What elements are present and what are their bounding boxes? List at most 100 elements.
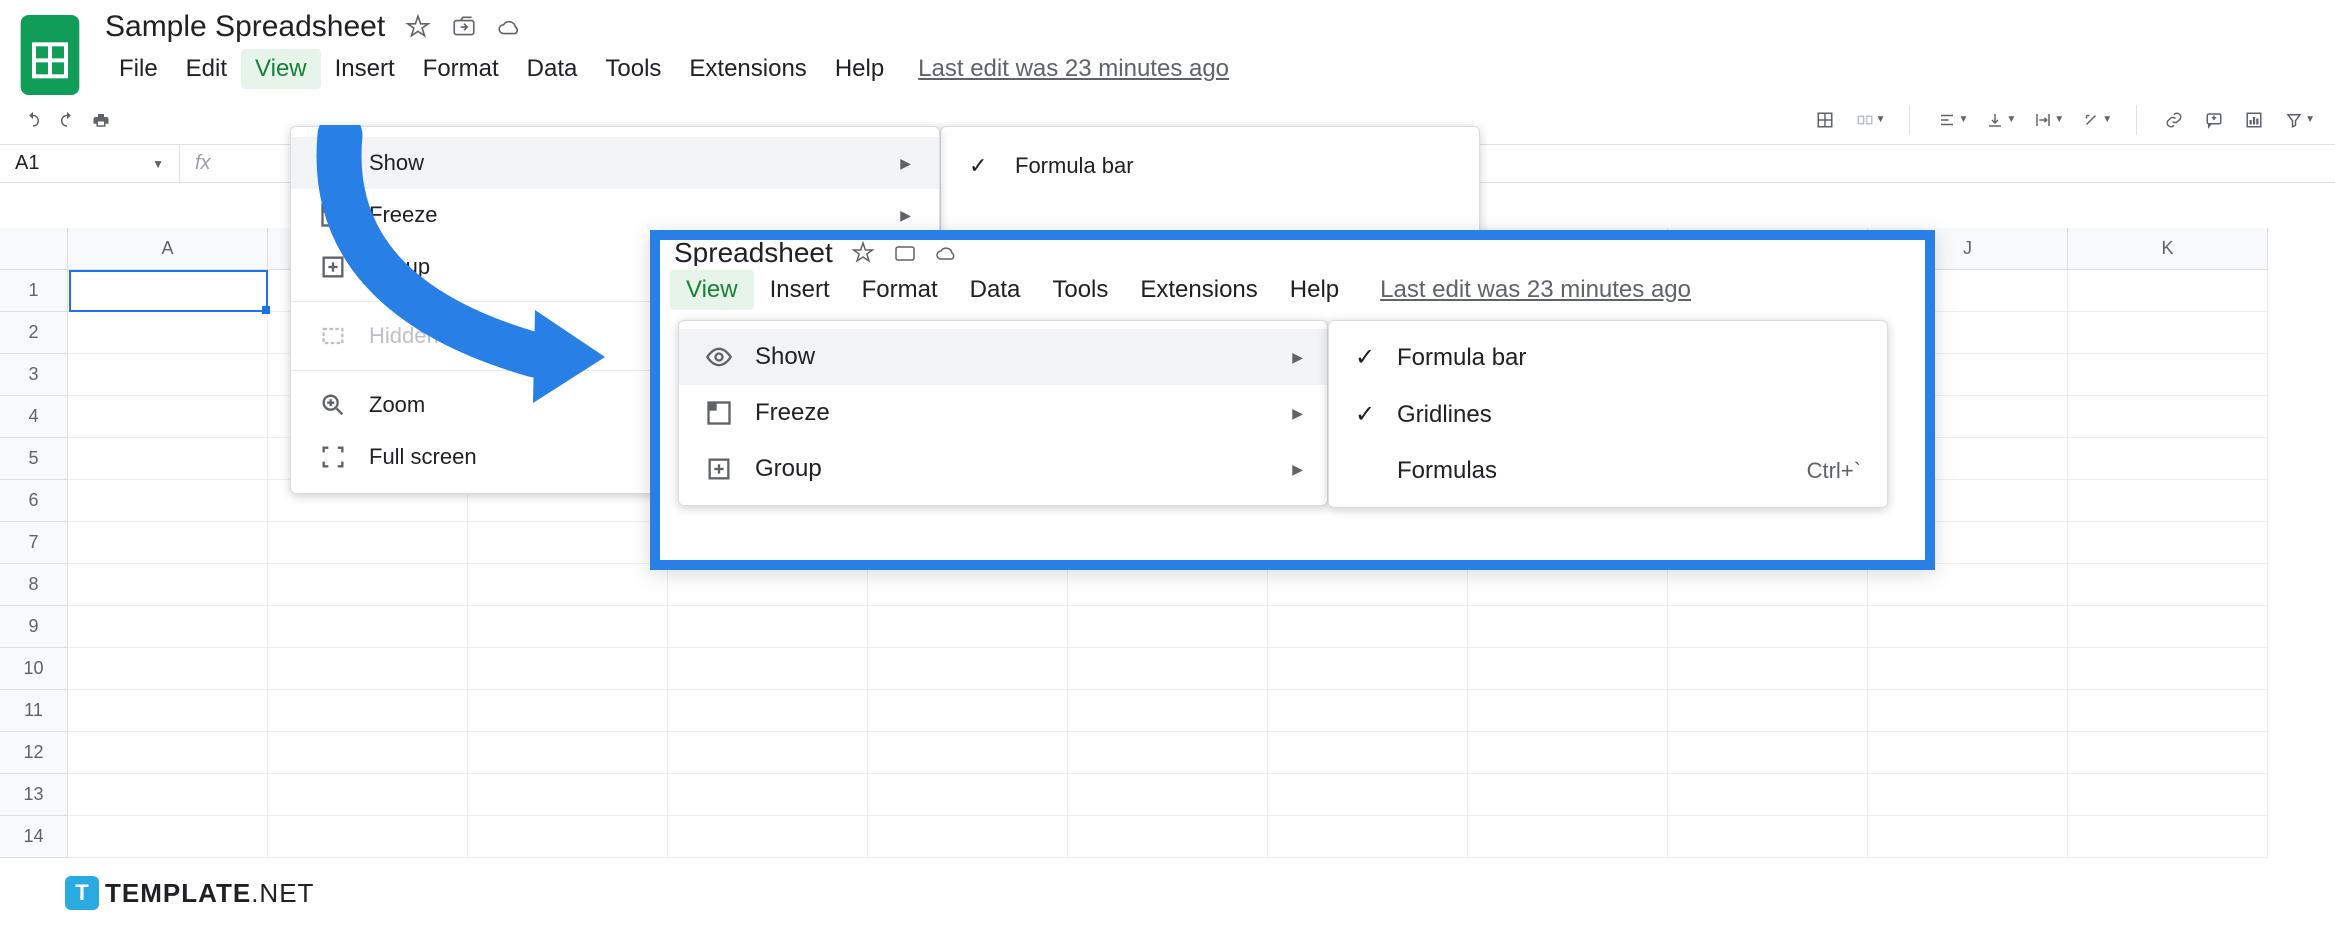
col-header[interactable]: K [2068,228,2268,270]
row-header[interactable]: 13 [0,774,68,816]
merge-icon[interactable] [1852,107,1878,133]
cell[interactable] [468,732,668,774]
callout-menu-data[interactable]: Data [954,270,1037,310]
cell[interactable] [68,816,268,858]
cell[interactable] [1668,648,1868,690]
cell[interactable] [468,774,668,816]
star-icon[interactable] [851,241,875,265]
submenu-item-formula-bar[interactable]: ✓ Formula bar [941,141,1479,191]
cell[interactable] [2068,438,2268,480]
print-icon[interactable] [88,107,114,133]
row-header[interactable]: 2 [0,312,68,354]
cell[interactable] [1468,774,1668,816]
cell[interactable] [268,774,468,816]
cell[interactable] [268,816,468,858]
cell[interactable] [268,564,468,606]
star-icon[interactable] [405,14,431,40]
callout-menu-extensions[interactable]: Extensions [1124,270,1273,310]
cell[interactable] [1868,732,2068,774]
halign-icon[interactable] [1934,107,1960,133]
callout-menu-tools[interactable]: Tools [1036,270,1124,310]
cell[interactable] [468,690,668,732]
cell[interactable] [68,732,268,774]
cell[interactable] [2068,564,2268,606]
cloud-icon[interactable] [935,241,959,265]
menu-data[interactable]: Data [513,49,592,89]
callout-menu-format[interactable]: Format [846,270,954,310]
cell[interactable] [2068,816,2268,858]
row-header[interactable]: 3 [0,354,68,396]
cell[interactable] [1668,732,1868,774]
cell[interactable] [1668,606,1868,648]
row-header[interactable]: 5 [0,438,68,480]
cell[interactable] [468,816,668,858]
borders-icon[interactable] [1812,107,1838,133]
row-header[interactable]: 10 [0,648,68,690]
cell[interactable] [1468,606,1668,648]
cell[interactable] [2068,354,2268,396]
cell[interactable] [1868,606,2068,648]
cell[interactable] [68,522,268,564]
chart-icon[interactable] [2241,107,2267,133]
row-header[interactable]: 1 [0,270,68,312]
cell-reference-box[interactable]: A1 ▼ [0,145,180,182]
cell[interactable] [1868,690,2068,732]
cell[interactable] [268,690,468,732]
row-header[interactable]: 4 [0,396,68,438]
cell[interactable] [2068,270,2268,312]
col-header[interactable]: A [68,228,268,270]
cell[interactable] [468,606,668,648]
row-header[interactable]: 6 [0,480,68,522]
cell[interactable] [1468,816,1668,858]
cell[interactable] [1668,774,1868,816]
callout-menu-item-freeze[interactable]: Freeze ▶ [679,385,1327,441]
cell[interactable] [1468,564,1668,606]
cell[interactable] [68,606,268,648]
cell[interactable] [868,606,1068,648]
cell[interactable] [2068,312,2268,354]
document-title[interactable]: Sample Spreadsheet [105,10,385,44]
cell[interactable] [2068,732,2268,774]
cell[interactable] [68,438,268,480]
cell[interactable] [68,354,268,396]
callout-submenu-formula-bar[interactable]: ✓ Formula bar [1329,329,1887,386]
cell[interactable] [1468,648,1668,690]
cell[interactable] [1668,816,1868,858]
cell[interactable] [668,606,868,648]
cell[interactable] [68,480,268,522]
cell[interactable] [68,564,268,606]
cell[interactable] [1268,690,1468,732]
cell[interactable] [68,774,268,816]
cell[interactable] [468,648,668,690]
row-header[interactable]: 14 [0,816,68,858]
cell[interactable] [1068,774,1268,816]
move-icon[interactable] [893,241,917,265]
cell[interactable] [1268,774,1468,816]
menu-format[interactable]: Format [409,49,513,89]
cell[interactable] [1068,732,1268,774]
row-header[interactable]: 9 [0,606,68,648]
cell[interactable] [68,690,268,732]
cell[interactable] [468,522,668,564]
row-header[interactable]: 12 [0,732,68,774]
cell[interactable] [868,816,1068,858]
callout-menu-item-group[interactable]: Group ▶ [679,441,1327,497]
sheets-logo-icon[interactable] [20,15,80,95]
cell[interactable] [1268,648,1468,690]
cell[interactable] [2068,396,2268,438]
cell[interactable] [1068,816,1268,858]
cell[interactable] [2068,522,2268,564]
comment-icon[interactable] [2201,107,2227,133]
callout-submenu-gridlines[interactable]: ✓ Gridlines [1329,386,1887,443]
cell[interactable] [68,396,268,438]
cell[interactable] [1668,690,1868,732]
cell[interactable] [2068,690,2268,732]
cell[interactable] [868,732,1068,774]
cell[interactable] [868,564,1068,606]
cell[interactable] [1868,648,2068,690]
cell[interactable] [1668,564,1868,606]
filter-icon[interactable] [2281,107,2307,133]
cell[interactable] [1468,732,1668,774]
cell[interactable] [868,774,1068,816]
cell[interactable] [268,522,468,564]
